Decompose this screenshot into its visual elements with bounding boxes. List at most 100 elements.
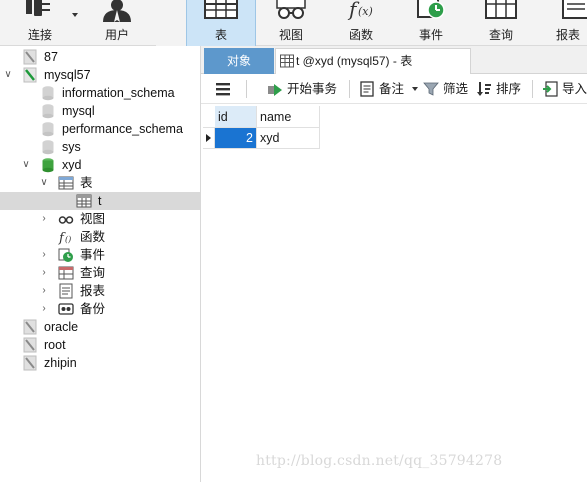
chevron-right-icon[interactable]: › — [38, 210, 50, 228]
tree-item-87[interactable]: 87 — [0, 48, 200, 66]
function-button[interactable]: f (x) 函数 — [326, 0, 396, 46]
hamburger-menu-icon — [216, 83, 230, 96]
report-button[interactable]: 报表 — [536, 0, 587, 46]
events-folder-icon — [58, 248, 73, 262]
tree-item-reports[interactable]: › 报表 — [0, 282, 200, 300]
chevron-down-icon[interactable]: ∨ — [38, 174, 50, 192]
sort-button[interactable]: 排序 — [476, 74, 522, 104]
query-icon — [485, 0, 517, 19]
tree-item-root[interactable]: root — [0, 336, 200, 354]
database-icon — [42, 104, 54, 119]
import-button[interactable]: 导入 — [542, 74, 587, 104]
memo-icon — [360, 81, 374, 97]
backups-folder-icon — [58, 303, 74, 315]
tree-item-information-schema[interactable]: information_schema — [0, 84, 200, 102]
query-button[interactable]: 查询 — [466, 0, 536, 46]
connection-icon — [23, 49, 37, 65]
tables-folder-icon — [58, 176, 74, 190]
chevron-down-icon[interactable] — [72, 13, 78, 17]
filter-funnel-icon — [423, 82, 439, 96]
import-label: 导入 — [562, 82, 587, 96]
tree-item-mysql57[interactable]: ∨ mysql57 — [0, 66, 200, 84]
functions-folder-icon: f() — [58, 231, 71, 245]
database-icon — [42, 140, 54, 155]
data-grid: id name 2 xyd — [201, 104, 587, 482]
toolbar-label-event: 事件 — [418, 28, 443, 42]
menu-button[interactable] — [215, 74, 231, 104]
database-icon — [42, 86, 54, 101]
queries-folder-icon — [58, 266, 74, 280]
cell-id[interactable]: 2 — [215, 128, 257, 149]
connection-icon — [23, 319, 37, 335]
tree-item-performance-schema[interactable]: performance_schema — [0, 120, 200, 138]
event-clock-icon — [417, 0, 445, 19]
tree-item-queries[interactable]: › 查询 — [0, 264, 200, 282]
toolbar-label-report: 报表 — [556, 28, 581, 42]
view-button[interactable]: 视图 — [256, 0, 326, 46]
user-icon — [103, 0, 131, 22]
tree-item-views[interactable]: › 视图 — [0, 210, 200, 228]
tree-item-events[interactable]: › 事件 — [0, 246, 200, 264]
function-fx-icon: f (x) — [347, 0, 373, 20]
tree-label: root — [44, 338, 66, 352]
tree-item-t[interactable]: t — [0, 192, 200, 210]
chevron-down-icon[interactable]: ∨ — [20, 156, 32, 174]
table-button[interactable]: 表 — [186, 0, 256, 46]
connection-icon — [23, 337, 37, 353]
tree-label: mysql57 — [44, 68, 91, 82]
column-header-name[interactable]: name — [257, 106, 320, 128]
table-icon — [204, 0, 238, 19]
tree-label: performance_schema — [62, 122, 183, 136]
toolbar-spacer — [156, 0, 186, 46]
connection-button[interactable]: 连接 — [0, 0, 84, 46]
memo-label: 备注 — [379, 82, 405, 96]
tree-label: 函数 — [80, 230, 106, 244]
tree-item-zhipin[interactable]: zhipin — [0, 354, 200, 372]
svg-text:(): () — [65, 235, 71, 244]
cell-name[interactable]: xyd — [257, 128, 320, 149]
reports-folder-icon — [59, 283, 73, 299]
tab-label: t @xyd (mysql57) - 表 — [296, 54, 413, 68]
toolbar-divider — [532, 80, 533, 98]
database-open-icon — [42, 158, 54, 173]
import-icon — [543, 81, 558, 97]
tree-item-mysql[interactable]: mysql — [0, 102, 200, 120]
tab-objects[interactable]: 对象 — [204, 48, 274, 74]
watermark-text: http://blog.csdn.net/qq_35794278 — [256, 453, 503, 469]
tab-table-t[interactable]: t @xyd (mysql57) - 表 — [275, 48, 471, 75]
tree-label: 备份 — [80, 302, 106, 316]
begin-transaction-button[interactable]: 开始事务 — [267, 74, 347, 104]
row-indicator[interactable] — [203, 128, 215, 149]
toolbar-label-function: 函数 — [348, 28, 373, 42]
tree-item-backups[interactable]: › 备份 — [0, 300, 200, 318]
toolbar-label-connection: 连接 — [27, 28, 52, 42]
tree-label: oracle — [44, 320, 79, 334]
tree-label: zhipin — [44, 356, 77, 370]
toolbar-label-user: 用户 — [104, 28, 129, 42]
chevron-right-icon[interactable]: › — [38, 246, 50, 264]
column-header-id[interactable]: id — [215, 106, 257, 128]
table-toolbar: 开始事务 备注 筛选 排序 导入 — [201, 74, 587, 104]
chevron-down-icon[interactable]: ∨ — [2, 66, 14, 84]
toolbar-divider — [246, 80, 247, 98]
tree-item-oracle[interactable]: oracle — [0, 318, 200, 336]
user-button[interactable]: 用户 — [84, 0, 150, 46]
memo-button[interactable]: 备注 — [359, 74, 418, 104]
tree-label: 视图 — [80, 212, 106, 226]
tree-item-functions[interactable]: f() 函数 — [0, 228, 200, 246]
tree-label: t — [98, 194, 102, 208]
tree-item-xyd[interactable]: ∨ xyd — [0, 156, 200, 174]
toolbar-label-view: 视图 — [278, 28, 303, 42]
chevron-down-icon[interactable] — [412, 87, 418, 91]
connection-icon — [23, 355, 37, 371]
event-button[interactable]: 事件 — [396, 0, 466, 46]
tree-label: 查询 — [80, 266, 106, 280]
chevron-right-icon[interactable]: › — [38, 264, 50, 282]
tree-item-tables[interactable]: ∨ 表 — [0, 174, 200, 192]
filter-button[interactable]: 筛选 — [423, 74, 469, 104]
tree-item-sys[interactable]: sys — [0, 138, 200, 156]
report-icon — [562, 0, 587, 19]
chevron-right-icon[interactable]: › — [38, 282, 50, 300]
chevron-right-icon[interactable]: › — [38, 300, 50, 318]
table-icon — [280, 54, 294, 68]
